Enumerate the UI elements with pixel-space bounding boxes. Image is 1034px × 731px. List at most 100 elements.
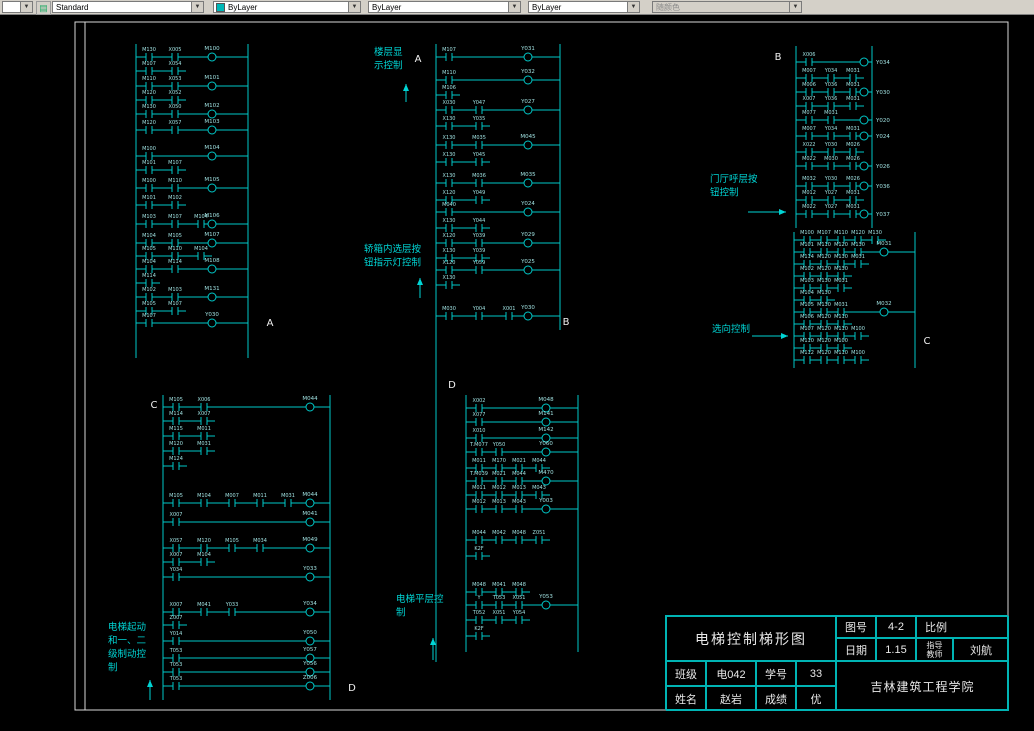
dropdown-arrow-icon[interactable]: ▼ [627, 2, 639, 12]
coil-label: Y034 [875, 60, 890, 66]
contact-label: Y034 [824, 68, 838, 74]
lineweight-combo-value: ByLayer [532, 2, 562, 12]
plotstyle-combo: 随颜色 ▼ [652, 1, 802, 13]
annotation-text: 电梯起动 [108, 621, 146, 633]
contact-label: M031 [846, 126, 860, 132]
contact-label: M041 [197, 602, 211, 608]
contact-label: Y047 [472, 100, 486, 106]
color-combo[interactable]: ByLayer ▼ [213, 1, 361, 13]
contact-label: M100 [800, 230, 814, 236]
annotation-text: 和一、二 [108, 636, 146, 647]
contact-label: M105 [169, 397, 183, 403]
contact-label: M102 [142, 287, 156, 293]
contact-label: Y036 [824, 96, 838, 102]
annotation-text: 级制动控 [108, 648, 147, 660]
contact-label: X130 [443, 275, 456, 281]
contact-label: M031 [834, 278, 848, 284]
contact-label: M035 [472, 135, 486, 141]
coil-label: M045 [520, 134, 536, 140]
contact-label: T053 [169, 662, 183, 668]
contact-label: X006 [198, 397, 211, 403]
contact-label: M120 [817, 338, 831, 344]
contact-label: Y035 [472, 116, 486, 122]
contact-label: Y059 [472, 260, 486, 266]
contact-label: M120 [142, 90, 156, 96]
contact-label: M120 [817, 314, 831, 320]
contact-label: M100 [851, 326, 865, 332]
contact-label: X006 [803, 52, 816, 58]
dropdown-arrow-icon[interactable]: ▼ [191, 2, 203, 12]
contact-label: M036 [472, 173, 486, 179]
contact-label: M130 [851, 242, 865, 248]
contact-label: X053 [169, 76, 182, 82]
contact-label: M120 [197, 538, 211, 544]
contact-label: M103 [168, 287, 182, 293]
contact-label: M011 [472, 458, 486, 464]
contact-label: T052 [472, 610, 486, 616]
contact-label: M031 [197, 441, 211, 447]
contact-label: M031 [846, 204, 860, 210]
contact-label: M048 [472, 582, 486, 588]
coil-label: M470 [538, 470, 554, 476]
coil-label: Y030 [520, 305, 535, 311]
contact-label: X057 [169, 120, 182, 126]
contact-label: M105 [142, 246, 156, 252]
contact-label: X130 [443, 116, 456, 122]
coil-label: Y050 [302, 630, 317, 636]
contact-label: M120 [834, 242, 848, 248]
contact-label: X130 [443, 218, 456, 224]
coil-label: Y060 [538, 441, 553, 447]
style-combo[interactable]: Standard ▼ [52, 1, 204, 13]
annotation-text: 轿箱内选层按 [364, 243, 422, 255]
dropdown-arrow-icon[interactable]: ▼ [508, 2, 520, 12]
coil-label: Z006 [303, 675, 318, 681]
contact-label: X002 [473, 398, 486, 404]
contact-label: M104 [800, 290, 814, 296]
name-value: 赵岩 [706, 686, 756, 711]
contact-label: Y039 [472, 248, 486, 254]
layer-combo[interactable]: ▼ [2, 1, 33, 13]
contact-label: X057 [170, 538, 183, 544]
contact-label: X077 [473, 412, 486, 418]
contact-label: M041 [492, 582, 506, 588]
contact-label: M105 [225, 538, 239, 544]
school-name: 吉林建筑工程学院 [836, 661, 1009, 711]
contact-label: X050 [169, 104, 182, 110]
contact-label: M100 [142, 178, 156, 184]
coil-label: Y030 [204, 312, 219, 318]
contact-label: Y045 [472, 152, 486, 158]
coil-label: Y053 [538, 594, 553, 600]
layer-manager-button[interactable]: ▤ [36, 1, 51, 15]
contact-label: M110 [168, 246, 182, 252]
coil-label: Y020 [875, 118, 890, 124]
contact-label: M048 [512, 582, 526, 588]
contact-label: M007 [802, 68, 816, 74]
contact-label: T053 [169, 676, 183, 682]
advisor-label-line2: 教师 [926, 649, 943, 659]
coil-label: Y030 [875, 90, 890, 96]
coil-label: M108 [204, 258, 220, 264]
lineweight-combo[interactable]: ByLayer ▼ [528, 1, 640, 13]
class-value: 电042 [706, 661, 756, 686]
contact-label: X054 [169, 61, 182, 67]
contact-label: M110 [834, 326, 848, 332]
annotation-text: 制 [108, 662, 118, 674]
contact-label: X005 [169, 47, 182, 53]
contact-label: M031 [851, 254, 865, 260]
linetype-combo[interactable]: ByLayer ▼ [368, 1, 521, 13]
coil-label: Y029 [520, 232, 535, 238]
contact-label: Y044 [472, 218, 486, 224]
annotation-text: 钮指示灯控制 [364, 257, 421, 269]
contact-label: M012 [802, 190, 816, 196]
annotation-text: 钮控制 [710, 187, 739, 199]
contact-label: M006 [802, 82, 816, 88]
contact-label: M107 [442, 47, 456, 53]
coil-label: M100 [204, 46, 220, 52]
contact-label: M105 [168, 233, 182, 239]
contact-label: M026 [846, 176, 860, 182]
dropdown-arrow-icon[interactable]: ▼ [20, 2, 32, 12]
dropdown-arrow-icon[interactable]: ▼ [348, 2, 360, 12]
contact-label: M026 [846, 156, 860, 162]
contact-label: X130 [443, 173, 456, 179]
contact-label: M114 [142, 273, 156, 279]
